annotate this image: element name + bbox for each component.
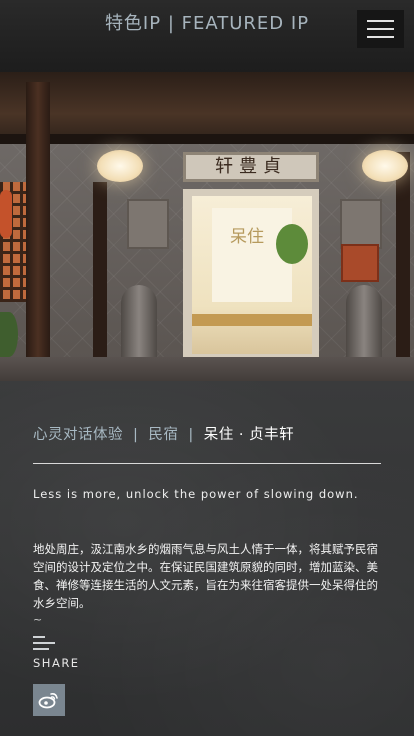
- red-lantern: [0, 190, 12, 238]
- divider: [33, 463, 381, 464]
- plant: [0, 312, 18, 357]
- name-plaque: 轩豊貞: [183, 152, 319, 182]
- breadcrumb-separator: |: [133, 427, 139, 443]
- paper-lantern: [97, 150, 143, 182]
- tagline: Less is more, unlock the power of slowin…: [33, 487, 359, 501]
- roof-beam: [0, 134, 414, 144]
- page-title: 特色IP | FEATURED IP: [104, 13, 310, 34]
- interior-floor: [192, 314, 312, 326]
- share-line: [33, 636, 45, 638]
- paper-lantern: [362, 150, 408, 182]
- stone-carving: [127, 199, 169, 249]
- description: 地处周庄，汲江南水乡的烟雨气息与风土人情于一体，将其赋予民宿空间的设计及定位之中…: [33, 542, 378, 610]
- doorway: 呆住: [192, 196, 312, 354]
- hero-image: 轩豊貞 呆住: [0, 72, 414, 381]
- weibo-share-button[interactable]: [33, 684, 65, 716]
- drum-stone: [346, 285, 382, 367]
- breadcrumb-current: 呆住 · 贞丰轩: [203, 427, 295, 443]
- content-panel: 心灵对话体验 | 民宿 | 呆住 · 贞丰轩 Less is more, unlock …: [0, 381, 414, 736]
- plant: [276, 224, 308, 264]
- share-line: [33, 648, 49, 650]
- share-line: [33, 642, 55, 644]
- breadcrumb: 心灵对话体验 | 民宿 | 呆住 · 贞丰轩: [33, 423, 294, 444]
- roof-eaves: [0, 72, 414, 142]
- hamburger-line: [367, 28, 394, 30]
- wood-pillar: [93, 182, 107, 357]
- share-label: SHARE: [33, 656, 80, 670]
- hamburger-line: [367, 36, 394, 38]
- menu-button[interactable]: [357, 10, 404, 48]
- tilde-mark: ~: [33, 613, 43, 626]
- breadcrumb-item-homestay[interactable]: 民宿: [148, 427, 178, 443]
- drum-stone: [121, 285, 157, 367]
- wood-pillar: [26, 82, 50, 381]
- ground: [0, 357, 414, 381]
- wood-pillar: [396, 152, 410, 357]
- wall-sign: [341, 244, 379, 282]
- hamburger-menu-icon: [367, 20, 394, 22]
- breadcrumb-separator: |: [188, 427, 194, 443]
- share-lines-icon[interactable]: [33, 636, 55, 650]
- breadcrumb-item-experience[interactable]: 心灵对话体验: [33, 427, 123, 443]
- stone-carving: [340, 199, 382, 249]
- door-logo: 呆住: [230, 227, 264, 247]
- top-bar: 特色IP | FEATURED IP: [0, 0, 414, 72]
- weibo-icon: [38, 693, 58, 709]
